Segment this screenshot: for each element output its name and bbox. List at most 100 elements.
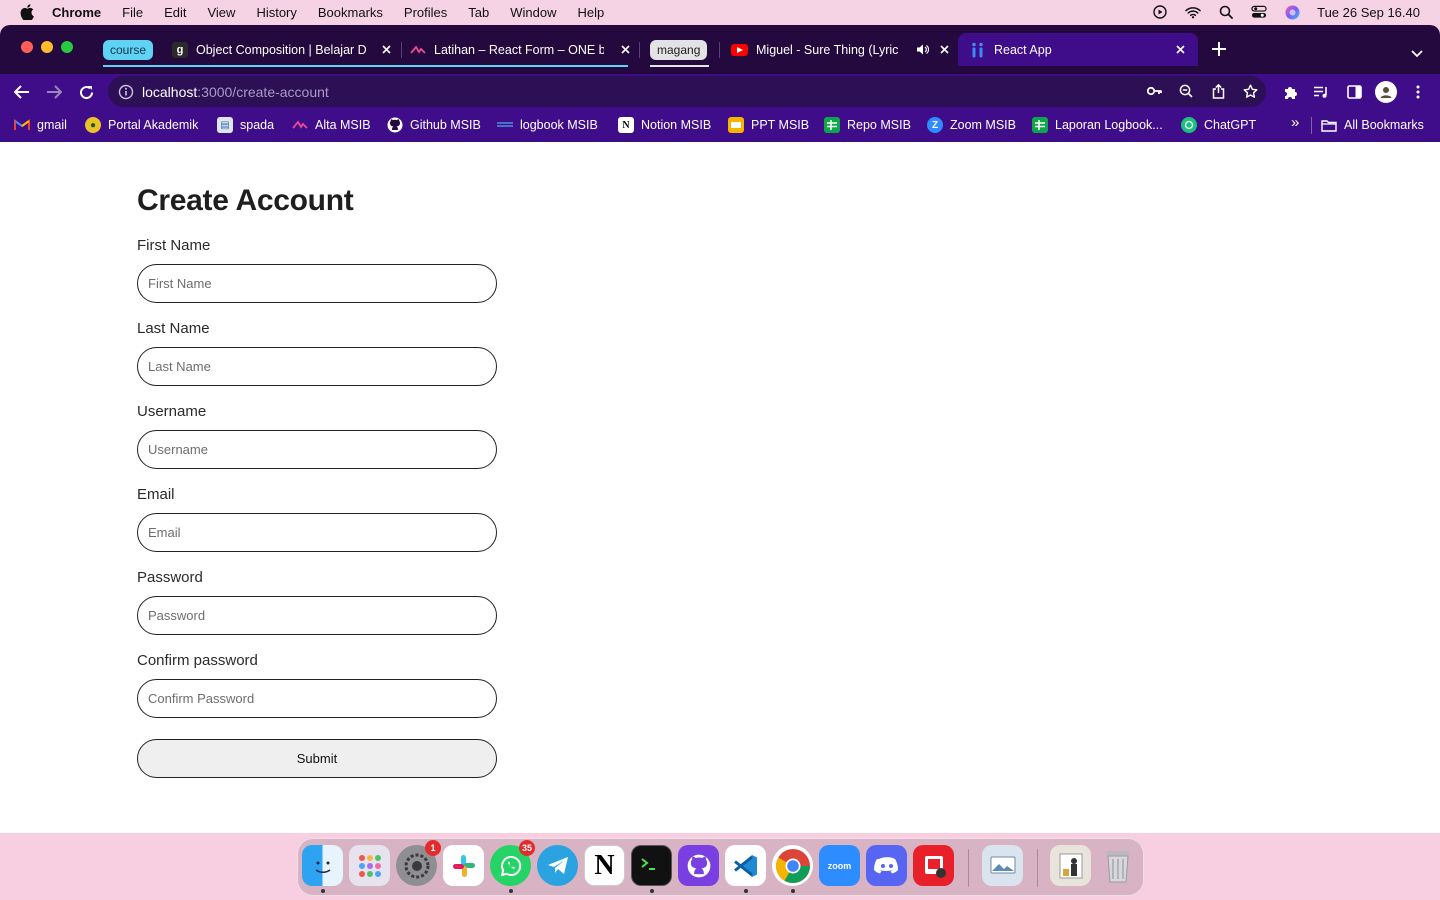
password-input[interactable] <box>137 596 497 635</box>
running-indicator <box>509 889 513 893</box>
menu-bookmarks[interactable]: Bookmarks <box>318 5 383 20</box>
audio-playing-icon[interactable] <box>916 43 929 59</box>
tab-group-course[interactable]: course <box>103 40 154 60</box>
notion-app-icon[interactable]: N <box>584 845 625 886</box>
menu-edit[interactable]: Edit <box>164 5 186 20</box>
menu-history[interactable]: History <box>256 5 296 20</box>
university-logo-icon: ● <box>85 117 101 133</box>
slack-icon[interactable] <box>443 845 484 886</box>
all-bookmarks-folder[interactable]: All Bookmarks <box>1321 117 1424 133</box>
email-input[interactable] <box>137 513 497 552</box>
system-settings-icon[interactable]: 1 <box>396 840 441 886</box>
tab-youtube-miguel[interactable]: Miguel - Sure Thing (Lyric <box>731 35 951 64</box>
menu-tab[interactable]: Tab <box>468 5 489 20</box>
side-panel-icon[interactable] <box>1346 84 1362 100</box>
address-bar[interactable]: localhost:3000/create-account <box>108 76 1266 107</box>
tab-search-chevron-icon[interactable] <box>1411 45 1423 63</box>
site-info-icon[interactable] <box>118 84 134 100</box>
tab-group-magang[interactable]: magang <box>650 40 708 60</box>
last-name-input[interactable] <box>137 347 497 386</box>
close-tab-icon[interactable] <box>1173 42 1187 56</box>
chrome-app-icon[interactable] <box>772 845 813 886</box>
downloads-stack-icon[interactable] <box>1050 845 1091 886</box>
bookmarks-bar: gmail ● Portal Akademik ▤ spada Alta MSI… <box>0 110 1440 142</box>
spotlight-search-icon[interactable] <box>1218 4 1234 20</box>
bookmark-star-icon[interactable] <box>1242 83 1258 99</box>
discord-icon[interactable] <box>866 845 907 886</box>
bookmark-gmail[interactable]: gmail <box>14 117 67 133</box>
confirm-password-input[interactable] <box>137 679 497 718</box>
menu-file[interactable]: File <box>122 5 143 20</box>
tab-react-app[interactable]: React App <box>958 33 1198 66</box>
close-tab-icon[interactable] <box>379 42 393 56</box>
menu-app-name[interactable]: Chrome <box>52 5 101 20</box>
play-circle-icon[interactable] <box>1152 4 1168 20</box>
siri-icon[interactable] <box>1284 4 1300 20</box>
bookmarks-overflow-chevron[interactable]: » <box>1291 114 1299 131</box>
profile-avatar[interactable] <box>1375 81 1397 103</box>
menu-help[interactable]: Help <box>578 5 605 20</box>
first-name-input[interactable] <box>137 264 497 303</box>
media-controls-icon[interactable] <box>1313 84 1329 100</box>
zoom-out-icon[interactable] <box>1178 83 1194 99</box>
url-text: localhost:3000/create-account <box>142 84 329 100</box>
bookmark-github-msib[interactable]: Github MSIB <box>387 117 481 133</box>
submit-button[interactable]: Submit <box>137 739 497 778</box>
bookmark-spada[interactable]: ▤ spada <box>217 117 274 133</box>
trash-icon[interactable] <box>1097 845 1138 886</box>
window-controls <box>21 41 73 53</box>
bookmark-repo-msib[interactable]: Repo MSIB <box>824 117 911 133</box>
forward-arrow-icon[interactable] <box>46 84 62 100</box>
macos-menubar: Chrome File Edit View History Bookmarks … <box>0 0 1440 24</box>
terminal-icon[interactable] <box>631 845 672 886</box>
control-center-icon[interactable] <box>1251 4 1267 20</box>
menu-window[interactable]: Window <box>510 5 556 20</box>
menubar-clock[interactable]: Tue 26 Sep 16.40 <box>1317 5 1420 20</box>
back-arrow-icon[interactable] <box>14 84 30 100</box>
zoom-app-icon[interactable]: zoom <box>819 845 860 886</box>
bookmark-label: ChatGPT <box>1204 118 1257 132</box>
tab-object-composition[interactable]: g Object Composition | Belajar D <box>172 35 393 64</box>
bookmark-logbook-msib[interactable]: logbook MSIB <box>497 117 598 133</box>
bookmark-notion-msib[interactable]: N Notion MSIB <box>618 117 711 133</box>
whatsapp-icon[interactable]: 35 <box>490 840 535 886</box>
macos-dock: 1 35 N zoom <box>297 838 1144 896</box>
bookmark-ppt-msib[interactable]: PPT MSIB <box>728 117 809 133</box>
first-name-label: First Name <box>137 237 211 254</box>
bookmarks-divider <box>1311 117 1312 134</box>
minimize-window-button[interactable] <box>41 41 53 53</box>
close-window-button[interactable] <box>21 41 33 53</box>
tab-strip: course g Object Composition | Belajar D … <box>0 25 1440 74</box>
close-tab-icon[interactable] <box>618 42 632 56</box>
password-key-icon[interactable] <box>1146 83 1162 99</box>
photo-booth-icon[interactable] <box>913 845 954 886</box>
launchpad-icon[interactable] <box>349 845 390 886</box>
wifi-icon[interactable] <box>1185 4 1201 20</box>
share-icon[interactable] <box>1210 83 1226 99</box>
bookmark-laporan-logbook[interactable]: Laporan Logbook... <box>1032 117 1163 133</box>
vscode-icon[interactable] <box>725 845 766 886</box>
bookmark-alta-msib[interactable]: Alta MSIB <box>292 117 371 133</box>
browser-toolbar: localhost:3000/create-account <box>0 74 1440 110</box>
finder-icon[interactable] <box>302 845 343 886</box>
chrome-menu-kebab-icon[interactable] <box>1410 84 1426 100</box>
preview-icon[interactable] <box>982 845 1023 886</box>
username-input[interactable] <box>137 430 497 469</box>
menu-view[interactable]: View <box>207 5 235 20</box>
bookmark-portal-akademik[interactable]: ● Portal Akademik <box>85 117 198 133</box>
reload-icon[interactable] <box>78 84 94 100</box>
apple-icon[interactable] <box>20 4 34 20</box>
bookmark-chatgpt[interactable]: ChatGPT <box>1181 117 1256 133</box>
new-tab-plus-icon[interactable] <box>1212 42 1226 61</box>
close-tab-icon[interactable] <box>937 42 951 56</box>
bookmark-label: gmail <box>37 118 67 132</box>
menu-profiles[interactable]: Profiles <box>404 5 447 20</box>
bookmark-zoom-msib[interactable]: Z Zoom MSIB <box>927 117 1016 133</box>
extensions-puzzle-icon[interactable] <box>1282 84 1298 100</box>
tab-latihan-react-form[interactable]: Latihan – React Form – ONE b <box>410 35 632 64</box>
telegram-icon[interactable] <box>537 845 578 886</box>
browser-window: course g Object Composition | Belajar D … <box>0 25 1440 833</box>
zoom-window-button[interactable] <box>61 41 73 53</box>
github-desktop-icon[interactable] <box>678 845 719 886</box>
bookmark-label: Portal Akademik <box>108 118 199 132</box>
